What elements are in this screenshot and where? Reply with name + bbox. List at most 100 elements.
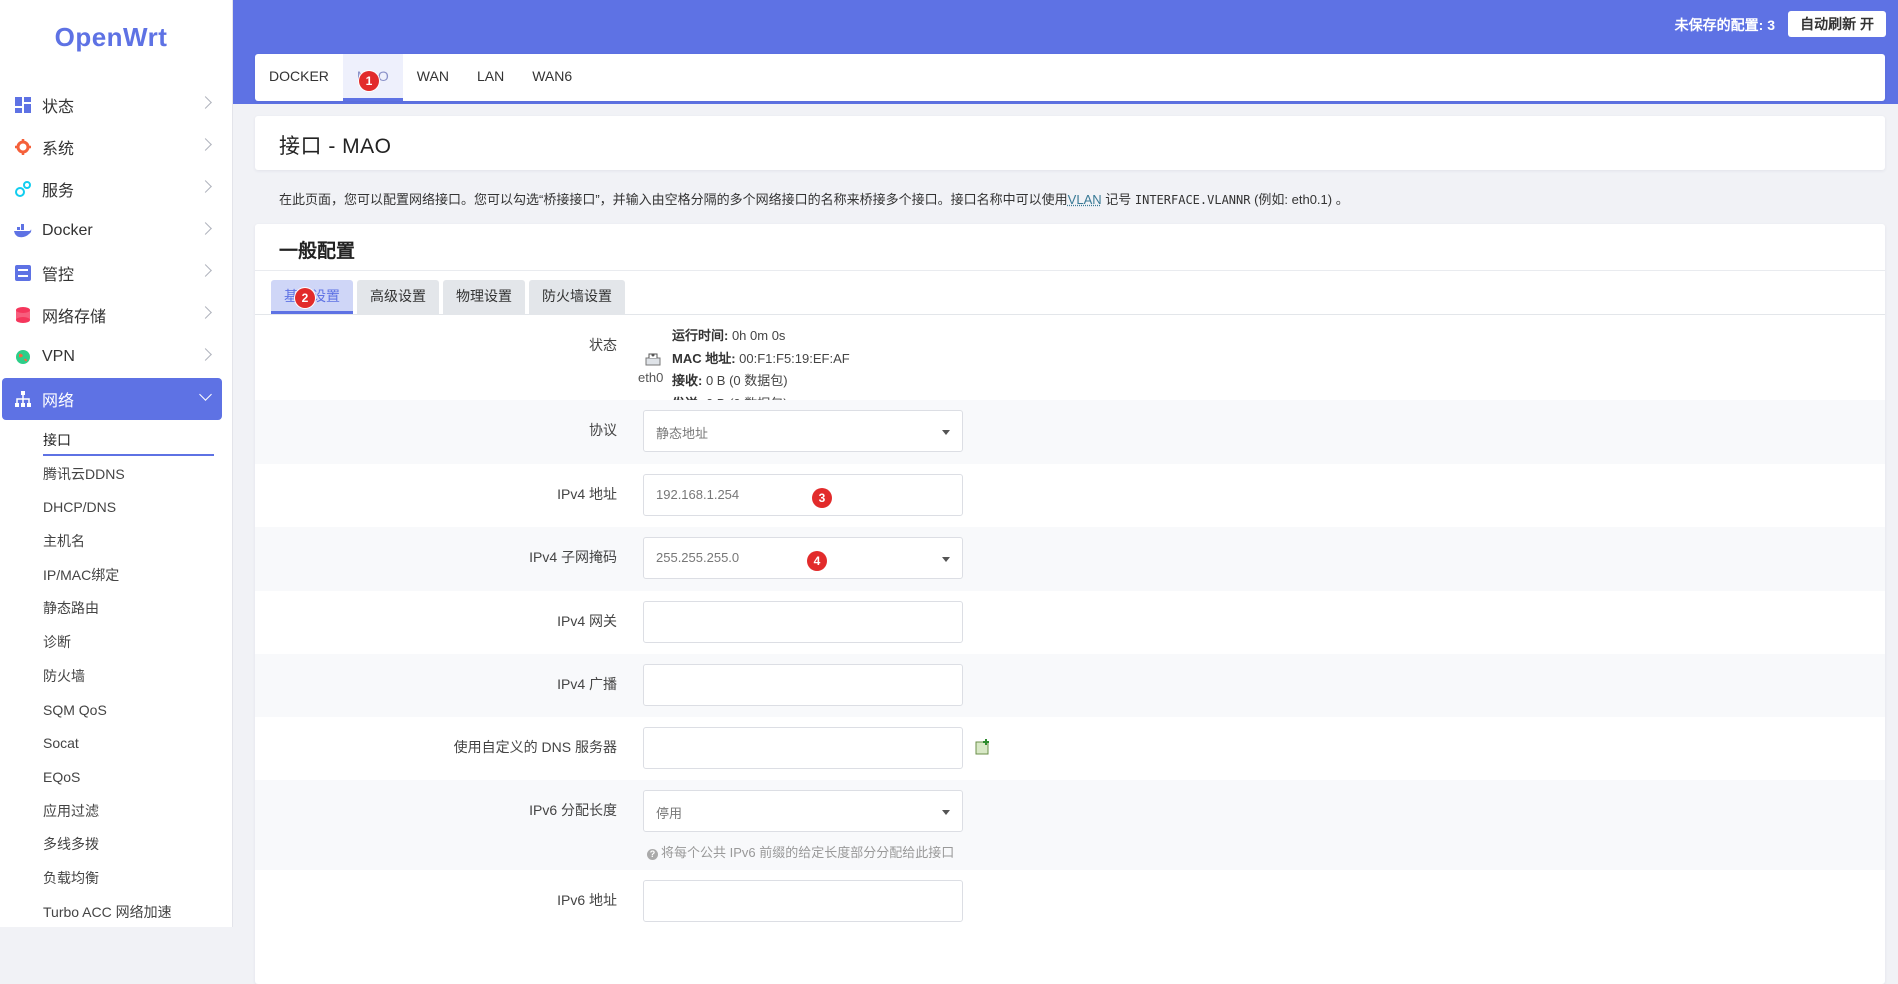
ethernet-port-icon	[645, 350, 661, 369]
subtab-firewall[interactable]: 防火墙设置	[529, 280, 625, 314]
database-icon	[14, 306, 32, 324]
status-row: 状态 eth0 运行时间: 0h 0m 0s MAC 地址: 00:F1:F5:…	[255, 315, 1885, 400]
vlan-notation: INTERFACE.VLANNR	[1135, 193, 1251, 207]
general-config-section: 一般配置 基本设置 2 高级设置 物理设置 防火墙设置 状态 eth0 运行时间…	[255, 224, 1885, 984]
dns-server-input[interactable]	[643, 727, 963, 769]
tab-lan[interactable]: LAN	[463, 54, 518, 101]
field-label: IPv6 地址	[557, 890, 617, 910]
rx-value: 0 B (0 数据包)	[702, 373, 787, 388]
title-card: 接口 - MAO	[255, 116, 1885, 170]
submenu-socat[interactable]: Socat	[0, 727, 232, 761]
annotation-badge: 3	[812, 488, 832, 508]
select-value: 255.255.255.0	[656, 550, 739, 565]
tab-mao[interactable]: MAO 1	[343, 54, 403, 101]
mac-key: MAC 地址:	[672, 351, 736, 366]
menu-label: VPN	[42, 348, 75, 366]
page-title: 接口 - MAO	[279, 130, 392, 160]
submenu-eqos[interactable]: EQoS	[0, 761, 232, 795]
submenu-dhcp-dns[interactable]: DHCP/DNS	[0, 491, 232, 525]
input-value: 192.168.1.254	[656, 487, 739, 502]
submenu-sqm-qos[interactable]: SQM QoS	[0, 694, 232, 728]
ipv6-assign-select[interactable]: 停用	[643, 790, 963, 832]
submenu-diagnostics[interactable]: 诊断	[0, 626, 232, 660]
annotation-badge: 1	[359, 71, 379, 91]
dns-row: 使用自定义的 DNS 服务器	[255, 717, 1885, 780]
uptime-value: 0h 0m 0s	[728, 328, 785, 343]
menu-label: 网络存储	[42, 303, 106, 327]
chevron-right-icon	[199, 348, 212, 361]
menu-item-storage[interactable]: 网络存储	[0, 294, 232, 336]
submenu-interfaces[interactable]: 接口	[0, 424, 232, 458]
config-subtabs: 基本设置 2 高级设置 物理设置 防火墙设置	[271, 280, 629, 314]
menu-item-status[interactable]: 状态	[0, 84, 232, 126]
add-entry-icon[interactable]	[975, 739, 991, 758]
rx-key: 接收:	[672, 373, 702, 388]
field-label: IPv6 分配长度	[529, 800, 617, 820]
divider	[255, 270, 1885, 271]
docker-icon	[14, 222, 32, 240]
submenu-multiwan[interactable]: 多线多拨	[0, 828, 232, 862]
submenu-static-routes[interactable]: 静态路由	[0, 592, 232, 626]
ipv4-netmask-select[interactable]: 255.255.255.0 4	[643, 537, 963, 579]
subtab-physical[interactable]: 物理设置	[443, 280, 525, 314]
annotation-badge: 4	[807, 551, 827, 571]
ipv6-address-input[interactable]	[643, 880, 963, 922]
submenu-app-filter[interactable]: 应用过滤	[0, 795, 232, 829]
uptime-key: 运行时间:	[672, 328, 728, 343]
submenu-firewall[interactable]: 防火墙	[0, 660, 232, 694]
subtab-basic[interactable]: 基本设置 2	[271, 280, 353, 314]
tab-wan[interactable]: WAN	[403, 54, 463, 101]
tab-docker[interactable]: DOCKER	[255, 54, 343, 101]
ipv4-gateway-row: IPv4 网关	[255, 591, 1885, 654]
submenu-turbo-acc[interactable]: Turbo ACC 网络加速	[0, 896, 232, 930]
chevron-down-icon	[199, 388, 212, 401]
menu-label: 状态	[42, 93, 74, 117]
menu-label: 系统	[42, 135, 74, 159]
field-label: IPv4 广播	[557, 674, 617, 694]
menu-label: 网络	[42, 387, 74, 411]
interface-tabs: DOCKER MAO 1 WAN LAN WAN6	[255, 54, 1885, 101]
tab-wan6[interactable]: WAN6	[518, 54, 586, 101]
select-value: 停用	[656, 803, 682, 822]
menu-item-vpn[interactable]: VPN	[0, 336, 232, 378]
chevron-right-icon	[199, 96, 212, 109]
chevron-right-icon	[199, 222, 212, 235]
unsaved-changes-indicator[interactable]: 未保存的配置: 3	[1675, 15, 1775, 35]
submenu-hostnames[interactable]: 主机名	[0, 525, 232, 559]
auto-refresh-button[interactable]: 自动刷新 开	[1788, 11, 1886, 37]
ipv4-address-input[interactable]: 192.168.1.254 3	[643, 474, 963, 516]
menu-label: 服务	[42, 177, 74, 201]
main-menu: 状态 系统 服务 Docker 管控 网络存储 VPN 网络 接口 腾讯云DDN…	[0, 84, 232, 929]
description-text: 在此页面，您可以配置网络接口。您可以勾选“桥接接口”，并输入由空格分隔的多个网络…	[279, 192, 1068, 207]
services-icon	[14, 180, 32, 198]
menu-item-system[interactable]: 系统	[0, 126, 232, 168]
ipv6-assign-row: IPv6 分配长度 停用 ? 将每个公共 IPv6 前缀的给定长度部分分配给此接口	[255, 780, 1885, 870]
menu-item-services[interactable]: 服务	[0, 168, 232, 210]
help-icon: ?	[647, 849, 658, 860]
network-submenu: 接口 腾讯云DDNS DHCP/DNS 主机名 IP/MAC绑定 静态路由 诊断…	[0, 424, 232, 929]
subtab-advanced[interactable]: 高级设置	[357, 280, 439, 314]
menu-item-docker[interactable]: Docker	[0, 210, 232, 252]
field-label: IPv4 子网掩码	[529, 547, 617, 567]
section-title: 一般配置	[279, 236, 355, 263]
vlan-abbr: VLAN	[1068, 192, 1102, 207]
brand-logo[interactable]: OpenWrt	[0, 22, 222, 53]
control-icon	[14, 264, 32, 282]
description-text: 记号	[1102, 192, 1135, 207]
menu-label: Docker	[42, 222, 93, 240]
caret-down-icon	[942, 430, 950, 435]
menu-item-control[interactable]: 管控	[0, 252, 232, 294]
page-description: 在此页面，您可以配置网络接口。您可以勾选“桥接接口”，并输入由空格分隔的多个网络…	[279, 189, 1349, 208]
protocol-select[interactable]: 静态地址	[643, 410, 963, 452]
caret-down-icon	[942, 810, 950, 815]
ipv4-gateway-input[interactable]	[643, 601, 963, 643]
network-icon	[14, 390, 32, 408]
field-label: 使用自定义的 DNS 服务器	[454, 737, 617, 757]
submenu-ip-mac-binding[interactable]: IP/MAC绑定	[0, 559, 232, 593]
submenu-load-balance[interactable]: 负载均衡	[0, 862, 232, 896]
chevron-right-icon	[199, 138, 212, 151]
ipv4-netmask-row: IPv4 子网掩码 255.255.255.0 4	[255, 527, 1885, 591]
ipv4-broadcast-input[interactable]	[643, 664, 963, 706]
menu-item-network[interactable]: 网络	[2, 378, 222, 420]
submenu-ddns[interactable]: 腾讯云DDNS	[0, 458, 232, 492]
